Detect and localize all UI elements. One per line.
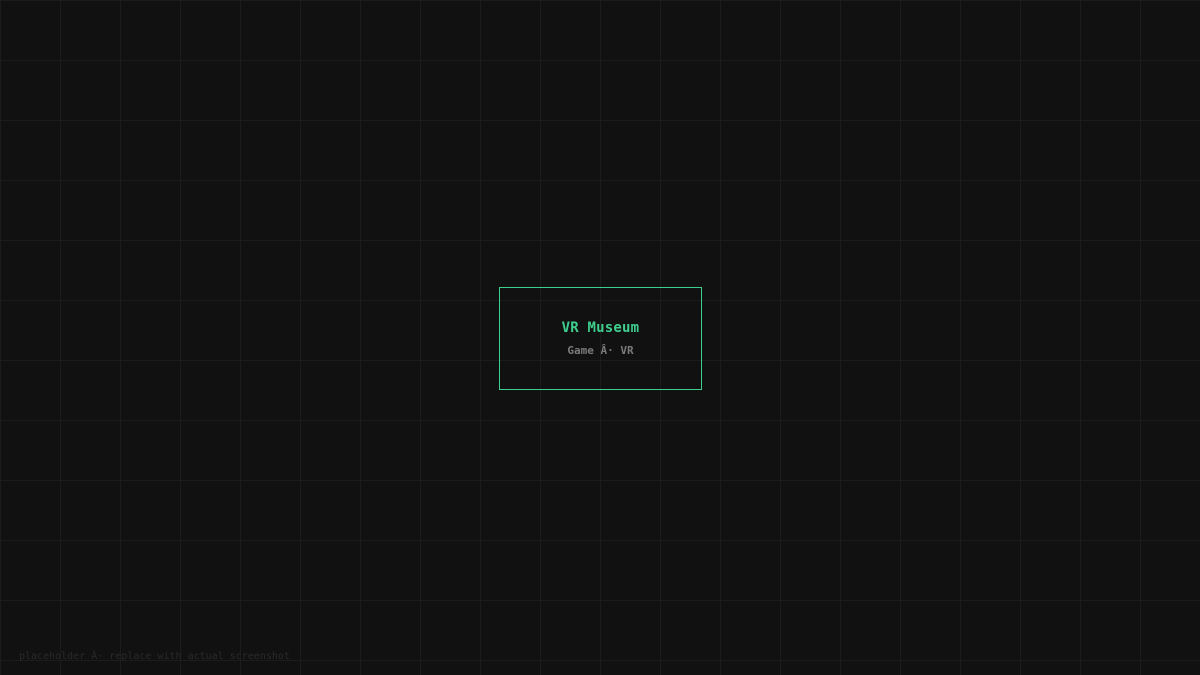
placeholder-note: placeholder Â· replace with actual scree… <box>19 651 290 662</box>
card-subtitle: Game Â· VR <box>567 343 634 357</box>
card-title: VR Museum <box>561 319 640 336</box>
placeholder-card: VR Museum Game Â· VR <box>499 287 702 390</box>
